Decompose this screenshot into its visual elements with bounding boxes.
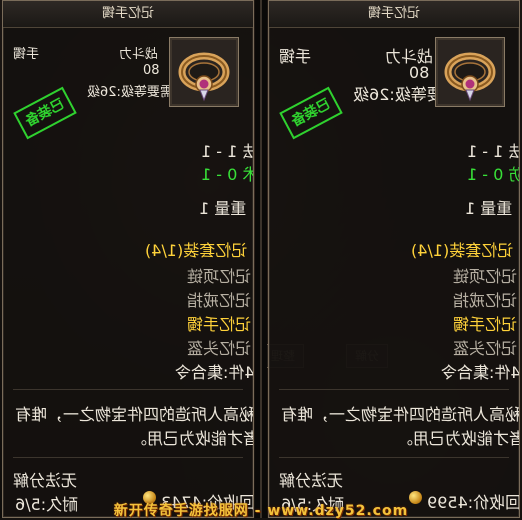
- set-item-ring: 记忆戒指: [453, 291, 518, 310]
- decompose-status: 无法分解: [13, 471, 78, 490]
- set-title: 记忆套装(1/4): [145, 241, 248, 260]
- item-type: 手镯: [279, 47, 312, 66]
- set-item-necklace: 记忆项链: [187, 267, 252, 286]
- description-line-1: 神秘高人所造的四件宝物之一，唯有: [15, 405, 254, 424]
- divider: [13, 457, 243, 458]
- decompose-status: 无法分解: [279, 471, 344, 490]
- stat-magic: 魔法 1 - 1: [467, 142, 519, 161]
- set-item-bracelet: 记忆手镯: [453, 315, 518, 334]
- bracelet-icon: [444, 52, 496, 102]
- tooltip-title: 记忆手镯: [3, 1, 253, 28]
- divider: [279, 389, 509, 390]
- tooltip-right: 记忆手镯 手镯 战斗力 80 需要等级:26级 已装备 魔法 1 - 1 魔防 …: [268, 0, 520, 518]
- stat-taoism: 道术 0 - 1: [201, 165, 253, 184]
- equipped-stamp: 已装备: [13, 86, 77, 140]
- item-type: 手镯: [13, 47, 40, 62]
- power-label: 战斗力: [119, 47, 159, 62]
- description-line-2: 强者才能收为己用。: [397, 429, 519, 448]
- description-line-2: 强者才能收为己用。: [131, 429, 253, 448]
- item-slot[interactable]: [435, 37, 505, 107]
- divider: [279, 457, 509, 458]
- stat-magic-defense: 魔防 0 - 1: [467, 165, 519, 184]
- weight: 重量 1: [199, 199, 247, 218]
- tooltip-left: 记忆手镯 手镯 战斗力 80 需要等级:26级 已装备 魔法 1 - 1 道术 …: [2, 0, 254, 518]
- description-line-1: 神秘高人所造的四件宝物之一，唯有: [281, 405, 520, 424]
- stat-magic: 魔法 1 - 1: [201, 142, 253, 161]
- set-bonus: 4件:集合令: [441, 363, 520, 382]
- power-value: 80: [143, 63, 160, 78]
- level-requirement: 需要等级:26级: [87, 85, 173, 100]
- tooltip-title: 记忆手镯: [269, 1, 519, 28]
- divider: [13, 389, 243, 390]
- bracelet-icon: [178, 52, 230, 102]
- weight: 重量 1: [465, 199, 513, 218]
- set-item-necklace: 记忆项链: [453, 267, 518, 286]
- site-watermark: 新开传奇手游找服网 - www.dzy52.com: [113, 503, 409, 519]
- equipped-stamp: 已装备: [279, 86, 343, 140]
- set-title: 记忆套装(1/4): [411, 241, 514, 260]
- set-bonus: 4件:集合令: [175, 363, 254, 382]
- item-slot[interactable]: [169, 37, 239, 107]
- set-item-bracelet: 记忆手镯: [187, 315, 252, 334]
- set-item-helmet: 记忆头盔: [187, 339, 252, 358]
- set-item-helmet: 记忆头盔: [453, 339, 518, 358]
- power-value: 80: [409, 63, 430, 82]
- set-item-ring: 记忆戒指: [187, 291, 252, 310]
- panel-separator: [255, 0, 267, 518]
